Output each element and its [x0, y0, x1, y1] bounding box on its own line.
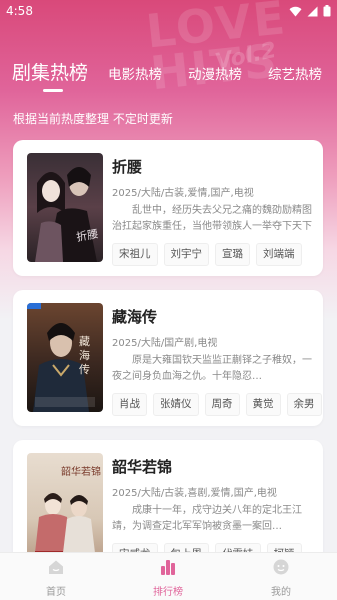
home-icon [49, 560, 63, 574]
ranking-icon [161, 560, 175, 575]
cast-chip[interactable]: 张婧仪 [153, 393, 199, 416]
poster-image: 折腰 [27, 153, 103, 262]
item-meta: 2025/大陆/古装,喜剧,爱情,国产,电视 [112, 488, 277, 499]
bottom-navigation: 首页 排行榜 我的 [0, 552, 337, 600]
list-item[interactable]: 藏 海 传 藏海传 2025/大陆/国产剧,电视 原是大雍国钦天监监正蒯铎之子稚… [13, 290, 323, 426]
nav-profile[interactable]: 我的 [225, 553, 337, 600]
item-description: 原是大雍国钦天监监正蒯铎之子稚奴，一夜之间身负血海之仇。十年隐忍… [112, 355, 312, 382]
poster-image: 韶华若锦 [27, 453, 103, 562]
nav-ranking[interactable]: 排行榜 [112, 553, 224, 600]
nav-ranking-label: 排行榜 [153, 587, 183, 598]
svg-text:海: 海 [79, 348, 90, 362]
profile-icon [273, 559, 289, 575]
item-title: 韶华若锦 [112, 458, 173, 476]
item-meta: 2025/大陆/国产剧,电视 [112, 338, 218, 349]
item-meta: 2025/大陆/古装,爱情,国产,电视 [112, 188, 254, 199]
tab-movies[interactable]: 电影热榜 [108, 63, 162, 83]
status-icons [289, 5, 331, 17]
svg-text:藏: 藏 [79, 335, 90, 348]
nav-home-label: 首页 [46, 587, 66, 598]
cast-list: 宋祖儿 刘宇宁 宣璐 刘端端 [112, 243, 302, 266]
cast-chip[interactable]: 周奇 [204, 393, 240, 416]
battery-icon [323, 5, 331, 17]
wifi-icon [289, 6, 302, 16]
cast-chip[interactable]: 宣璐 [215, 243, 250, 266]
item-title: 藏海传 [112, 308, 158, 326]
ranking-subtitle: 根据当前热度整理 不定时更新 [13, 112, 173, 126]
category-tabs: 剧集热榜 电影热榜 动漫热榜 综艺热榜 [0, 56, 337, 96]
svg-text:传: 传 [79, 363, 90, 376]
cast-chip[interactable]: 肖战 [112, 393, 147, 416]
active-tab-indicator [43, 89, 63, 92]
cast-chip[interactable]: 余男 [286, 393, 322, 416]
status-bar: 4:58 [0, 0, 337, 24]
item-description: 乱世中，经历失去父兄之痛的魏劭励精图治扛起家族重任，当他带领族人一举夺下天下大半… [112, 205, 312, 232]
svg-text:韶华若锦: 韶华若锦 [61, 465, 101, 478]
signal-icon [307, 6, 318, 16]
poster-image: 藏 海 传 [27, 303, 103, 412]
cast-list: 肖战 张婧仪 周奇 黄觉 余男 [112, 393, 322, 416]
tab-anime[interactable]: 动漫热榜 [188, 63, 242, 83]
nav-home[interactable]: 首页 [0, 553, 112, 600]
cast-chip[interactable]: 刘端端 [256, 243, 302, 266]
tab-variety[interactable]: 综艺热榜 [268, 63, 322, 83]
cast-chip[interactable]: 黄觉 [245, 393, 281, 416]
cast-chip[interactable]: 刘宇宁 [163, 243, 209, 266]
cast-chip[interactable]: 宋祖儿 [112, 243, 158, 266]
item-description: 成康十一年，戍守边关八年的定北王江靖，为调查定北军军饷被贪墨一案回… [112, 505, 302, 532]
status-time: 4:58 [6, 4, 33, 18]
list-item[interactable]: 折腰 折腰 2025/大陆/古装,爱情,国产,电视 乱世中，经历失去父兄之痛的魏… [13, 140, 323, 276]
tab-tv-series[interactable]: 剧集热榜 [12, 58, 88, 85]
nav-profile-label: 我的 [271, 587, 291, 598]
item-title: 折腰 [112, 158, 143, 176]
